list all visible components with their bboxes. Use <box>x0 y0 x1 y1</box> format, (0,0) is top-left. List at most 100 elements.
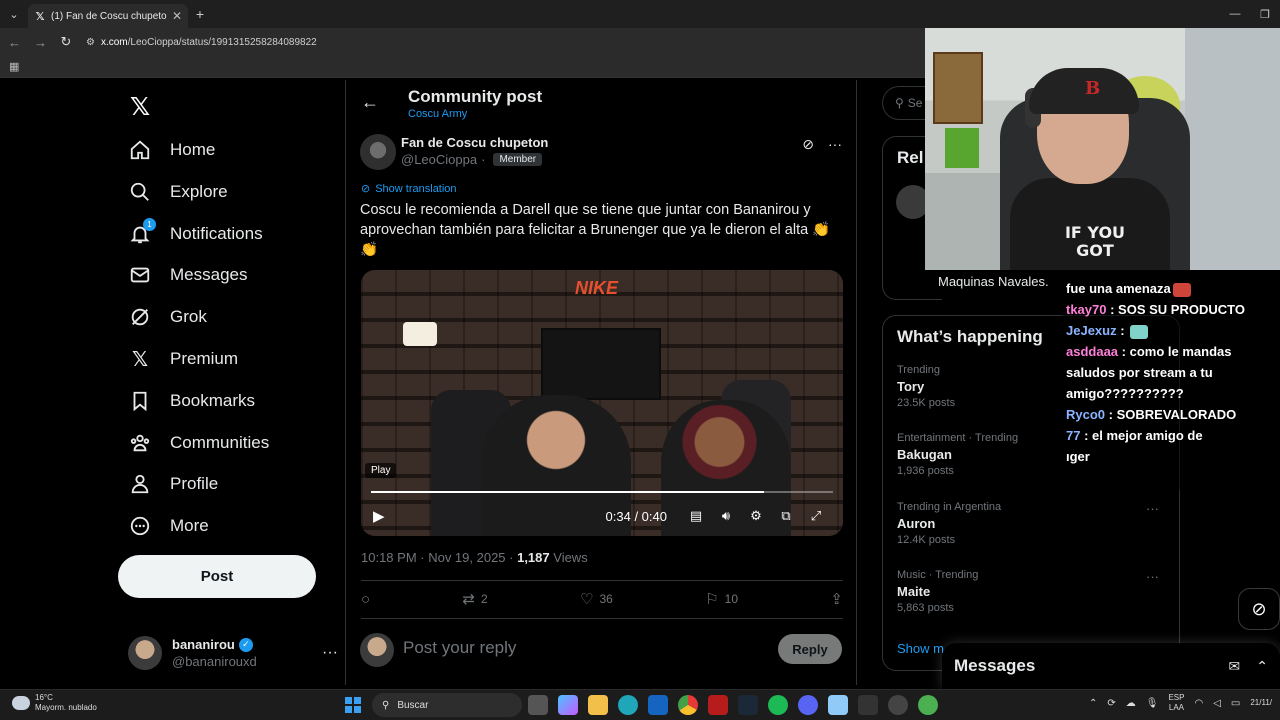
cloud-sync-icon[interactable]: ☁ <box>1126 698 1136 709</box>
repost-action[interactable]: ⇄ 2 <box>462 590 487 608</box>
task-view-icon[interactable] <box>528 695 548 715</box>
video-controls: ▶ 0:34 / 0:40 ▤ 🔊︎ ⚙ ⧉ ⤢ <box>361 496 843 536</box>
grok-explain-icon[interactable]: ⊘ <box>802 136 814 153</box>
video-progress-bar[interactable] <box>371 491 833 493</box>
reload-icon[interactable]: ↻ <box>60 34 72 50</box>
trend-name: Maite <box>897 584 931 599</box>
show-more-link[interactable]: Show m <box>897 641 944 656</box>
nav-home[interactable]: Home <box>128 130 215 170</box>
stream-chat-overlay: fue una amenaza tkay70 : SOS SU PRODUCTO J… <box>1062 276 1280 490</box>
edge-icon[interactable] <box>618 695 638 715</box>
wifi-icon[interactable]: ◠ <box>1194 698 1203 709</box>
nav-profile[interactable]: Profile <box>128 464 218 504</box>
network-icon[interactable]: ⟳ <box>1107 698 1115 709</box>
chat-text: : SOS SU PRODUCTO <box>1106 302 1245 317</box>
more-options-icon[interactable]: ··· <box>322 644 338 662</box>
person-icon <box>128 472 152 496</box>
author-name[interactable]: Fan de Coscu chupeton <box>401 135 548 150</box>
address-bar[interactable]: ⚙ x.com/LeoCioppa/status/199131525828408… <box>86 37 317 48</box>
trend-item[interactable]: Trending in Argentina Auron 12.4K posts … <box>897 501 1167 546</box>
webcam-overlay: B IF YOU GOT <box>925 28 1280 270</box>
discord-icon[interactable] <box>798 695 818 715</box>
trend-count: 12.4K posts <box>897 534 956 546</box>
forward-icon[interactable]: → <box>34 35 47 50</box>
window-controls: — ❐ <box>1220 0 1280 28</box>
battery-icon[interactable]: ▭ <box>1231 698 1240 709</box>
mic-icon[interactable]: 🎙︎ <box>1146 698 1159 709</box>
like-action[interactable]: ♡ 36 <box>580 590 613 608</box>
bookmark-action[interactable]: ⚐ 10 <box>705 590 738 608</box>
copilot-icon[interactable] <box>558 695 578 715</box>
fullscreen-icon[interactable]: ⤢ <box>801 508 831 524</box>
nav-premium[interactable]: 𝕏 Premium <box>128 339 238 379</box>
back-icon[interactable]: ← <box>8 35 21 50</box>
minimize-icon[interactable]: — <box>1220 0 1250 28</box>
trend-more-icon[interactable]: ··· <box>1146 569 1159 584</box>
show-translation-link[interactable]: ⊘ Show translation <box>361 182 457 196</box>
nav-communities[interactable]: Communities <box>128 423 269 463</box>
reply-action[interactable]: ○ <box>361 591 370 608</box>
grok-icon[interactable]: ⊘ <box>1238 588 1280 630</box>
messages-drawer[interactable]: Messages ✉ ⌃ <box>942 643 1280 689</box>
tab-list-icon[interactable]: ⌄ <box>0 0 28 28</box>
post-more-icon[interactable]: ··· <box>828 136 842 153</box>
nav-notifications[interactable]: 1 Notifications <box>128 214 263 254</box>
new-tab-icon[interactable]: + <box>188 6 212 22</box>
file-explorer-icon[interactable] <box>588 695 608 715</box>
trend-item[interactable]: Music · Trending Maite 5,863 posts ··· <box>897 569 1167 614</box>
nav-more[interactable]: More <box>128 506 209 546</box>
trend-more-icon[interactable]: ··· <box>1146 501 1159 516</box>
apps-grid-icon[interactable]: ▦ <box>9 60 19 73</box>
captions-icon[interactable]: ▤ <box>681 508 711 524</box>
windows-start-icon[interactable] <box>345 697 361 713</box>
new-message-icon[interactable]: ✉ <box>1229 658 1241 675</box>
avatar <box>360 633 394 667</box>
nav-bookmarks[interactable]: Bookmarks <box>128 381 255 421</box>
reply-button[interactable]: Reply <box>778 634 842 664</box>
settings-icon[interactable]: ⚙ <box>741 508 771 524</box>
speaker-icon[interactable]: ◁ <box>1213 698 1221 709</box>
taskbar-search[interactable]: ⚲ Buscar <box>372 693 522 717</box>
site-info-icon[interactable]: ⚙ <box>86 37 95 48</box>
search-icon: ⚲ <box>382 699 390 711</box>
app-icon[interactable] <box>918 695 938 715</box>
share-action[interactable]: ⇪ <box>830 590 843 608</box>
news-app-icon[interactable] <box>708 695 728 715</box>
close-tab-icon[interactable]: ✕ <box>172 9 182 23</box>
reply-input[interactable]: Post your reply <box>403 638 516 658</box>
back-arrow-icon[interactable]: ← <box>361 92 379 113</box>
left-navigation: 𝕏 Home Explore 1 Notifications Messages … <box>118 80 344 685</box>
video-progress-fill <box>371 491 764 493</box>
post-timestamp[interactable]: 10:18 PM · Nov 19, 2025 · <box>361 550 517 565</box>
expand-icon[interactable]: ⌃ <box>1256 658 1268 675</box>
account-switcher[interactable]: bananirou ✓ @bananirouxd ··· <box>128 633 338 673</box>
x-logo-icon[interactable]: 𝕏 <box>130 92 150 122</box>
chevron-up-icon[interactable]: ⌃ <box>1089 698 1097 709</box>
steam-icon[interactable] <box>738 695 758 715</box>
video-player[interactable]: NIKE Play ▶ 0:34 / 0:40 ▤ 🔊︎ ⚙ ⧉ ⤢ <box>361 270 843 536</box>
pip-icon[interactable]: ⧉ <box>771 508 801 524</box>
volume-icon[interactable]: 🔊︎ <box>711 508 741 524</box>
nav-messages[interactable]: Messages <box>128 255 247 295</box>
browser-tab[interactable]: 𝕏 (1) Fan de Coscu chupeton on X ✕ <box>28 4 188 28</box>
chrome-icon[interactable] <box>678 695 698 715</box>
nav-explore[interactable]: Explore <box>128 172 228 212</box>
outlook-icon[interactable] <box>648 695 668 715</box>
play-icon[interactable]: ▶ <box>373 507 385 525</box>
author-handle[interactable]: @LeoCioppa <box>401 152 477 167</box>
obs-icon[interactable] <box>888 695 908 715</box>
language-indicator[interactable]: ESP LAA <box>1168 693 1184 713</box>
spotify-icon[interactable] <box>768 695 788 715</box>
post-button[interactable]: Post <box>118 555 316 598</box>
community-link[interactable]: Coscu Army <box>408 108 467 120</box>
clock[interactable]: 21/11/ <box>1250 698 1272 708</box>
restore-icon[interactable]: ❐ <box>1250 0 1280 28</box>
app-icon[interactable] <box>828 695 848 715</box>
home-icon <box>128 138 152 162</box>
app-icon[interactable] <box>858 695 878 715</box>
weather-desc: Mayorm. nublado <box>35 703 97 712</box>
messages-drawer-title: Messages <box>954 656 1036 675</box>
author-avatar[interactable] <box>360 134 396 170</box>
nav-grok[interactable]: Grok <box>128 297 207 337</box>
weather-widget[interactable]: 16°C Mayorm. nublado <box>12 693 97 713</box>
